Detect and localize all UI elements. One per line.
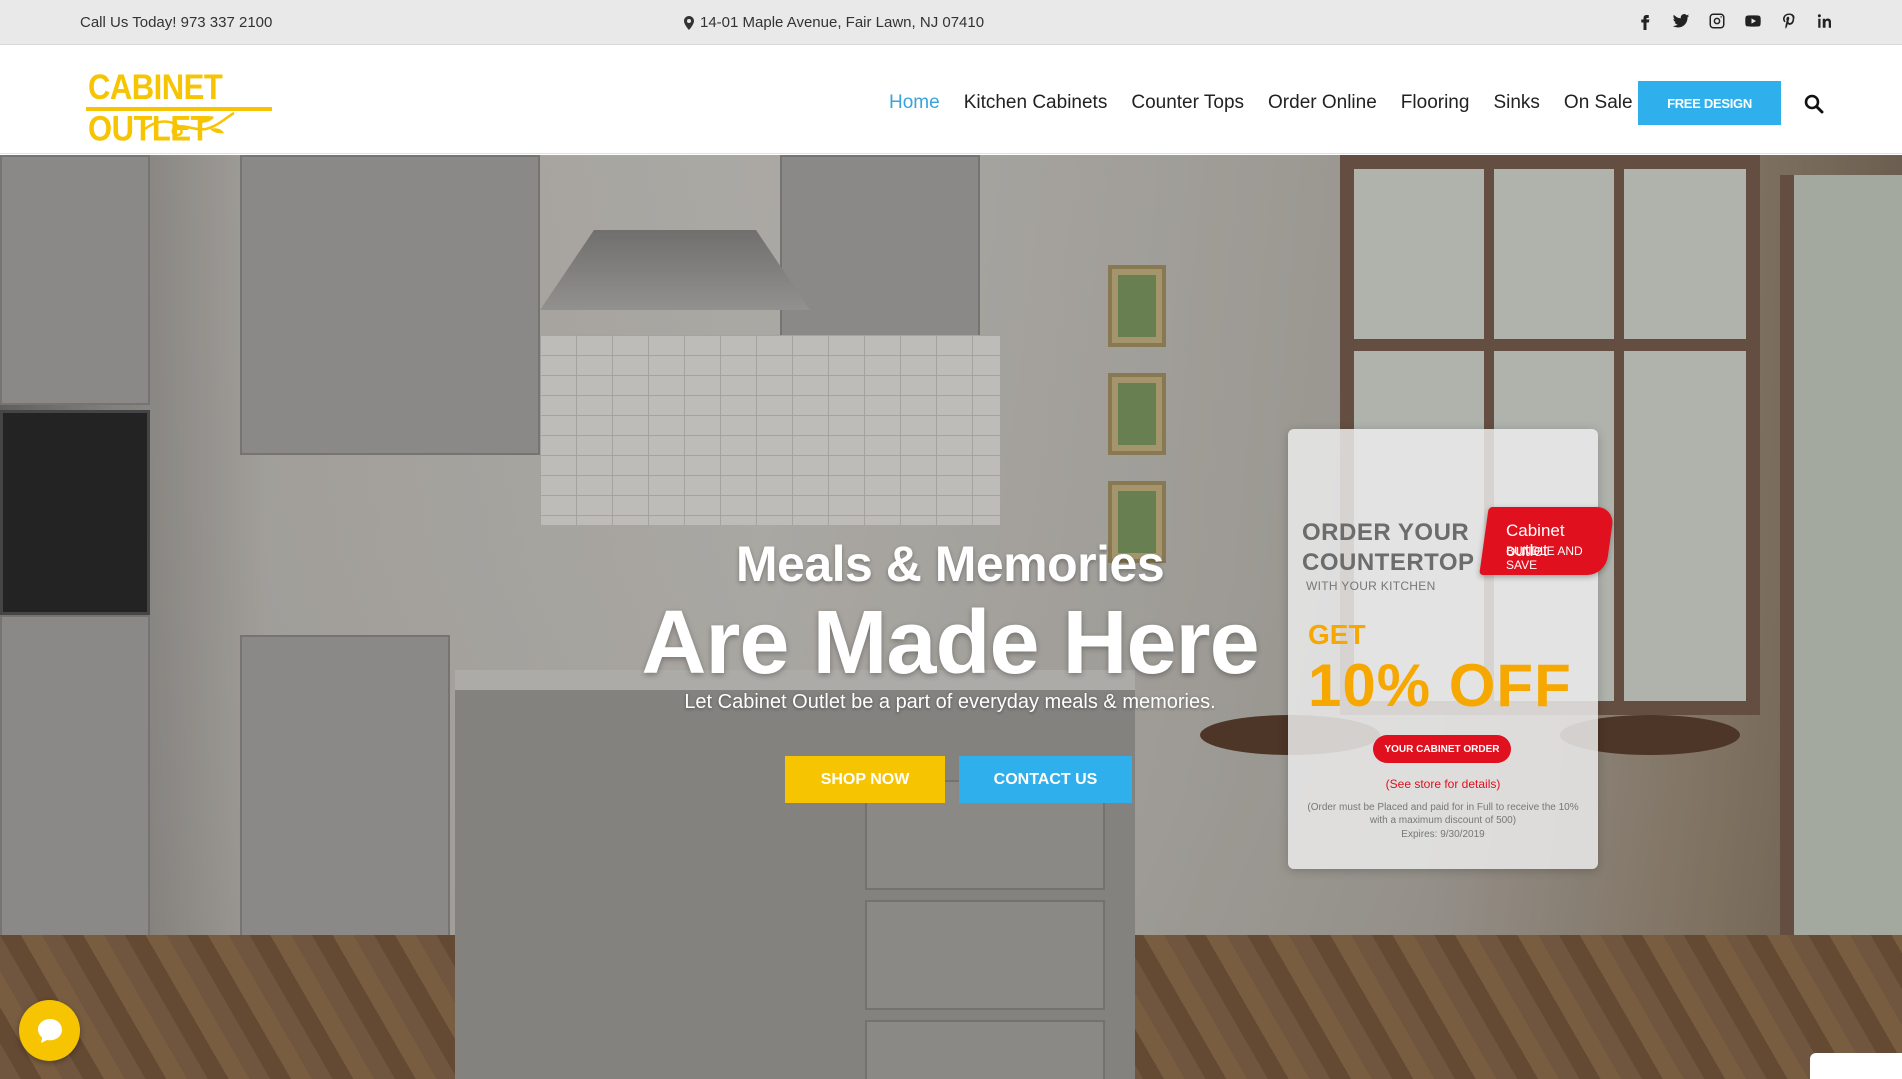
hero-text-block: Meals & Memories Are Made Here Let Cabin… bbox=[580, 535, 1320, 714]
chat-bubble-icon bbox=[37, 1018, 62, 1043]
corner-widget[interactable] bbox=[1810, 1053, 1902, 1079]
nav-order-online[interactable]: Order Online bbox=[1268, 92, 1377, 114]
nav-on-sale[interactable]: On Sale bbox=[1564, 92, 1633, 114]
logo-flourish-icon bbox=[144, 111, 235, 137]
shop-now-button[interactable]: SHOP NOW bbox=[785, 756, 945, 803]
promo-line3: WITH YOUR KITCHEN bbox=[1306, 579, 1436, 593]
search-icon[interactable] bbox=[1804, 94, 1824, 114]
contact-us-button[interactable]: CONTACT US bbox=[959, 756, 1132, 803]
promo-cabinet-order-badge: YOUR CABINET ORDER bbox=[1373, 735, 1511, 763]
youtube-icon[interactable] bbox=[1744, 12, 1762, 30]
promo-line2: COUNTERTOP bbox=[1302, 549, 1475, 576]
promo-card[interactable]: ORDER YOUR COUNTERTOP WITH YOUR KITCHEN … bbox=[1288, 429, 1615, 869]
promo-discount: 10% OFF bbox=[1308, 652, 1572, 719]
promo-line1: ORDER YOUR bbox=[1302, 519, 1470, 546]
hero-section: Meals & Memories Are Made Here Let Cabin… bbox=[0, 155, 1902, 1079]
promo-fine-print: (Order must be Placed and paid for in Fu… bbox=[1307, 802, 1579, 826]
phone-number[interactable]: Call Us Today! 973 337 2100 bbox=[80, 14, 272, 31]
promo-see-store: (See store for details) bbox=[1385, 777, 1501, 791]
nav-counter-tops[interactable]: Counter Tops bbox=[1131, 92, 1244, 114]
facebook-icon[interactable] bbox=[1636, 12, 1654, 30]
top-bar: Call Us Today! 973 337 2100 14-01 Maple … bbox=[0, 0, 1902, 45]
nav-home[interactable]: Home bbox=[889, 92, 940, 114]
pinterest-icon[interactable] bbox=[1780, 12, 1798, 30]
instagram-icon[interactable] bbox=[1708, 12, 1726, 30]
social-links bbox=[1636, 12, 1834, 30]
cabinet-outlet-logo[interactable]: CABINET OUTLET bbox=[86, 65, 276, 149]
chat-button[interactable] bbox=[19, 1000, 80, 1061]
promo-expiry: Expires: 9/30/2019 bbox=[1401, 829, 1485, 840]
free-design-button[interactable]: FREE DESIGN bbox=[1638, 81, 1781, 125]
site-header: CABINET OUTLET Home Kitchen Cabinets Cou… bbox=[0, 45, 1902, 154]
nav-kitchen-cabinets[interactable]: Kitchen Cabinets bbox=[964, 92, 1108, 114]
map-pin-icon bbox=[684, 15, 694, 30]
nav-flooring[interactable]: Flooring bbox=[1401, 92, 1470, 114]
hero-description: Let Cabinet Outlet be a part of everyday… bbox=[684, 691, 1216, 713]
hero-title: Are Made Here bbox=[641, 593, 1259, 693]
main-nav: Home Kitchen Cabinets Counter Tops Order… bbox=[889, 92, 1633, 114]
promo-ribbon-subtitle: BUNDLE AND SAVE bbox=[1506, 544, 1583, 572]
address-text: 14-01 Maple Avenue, Fair Lawn, NJ 07410 bbox=[700, 14, 985, 31]
promo-get: GET bbox=[1308, 619, 1366, 650]
hero-subtitle: Meals & Memories bbox=[735, 536, 1165, 592]
address: 14-01 Maple Avenue, Fair Lawn, NJ 07410 bbox=[684, 14, 984, 31]
twitter-icon[interactable] bbox=[1672, 12, 1690, 30]
nav-sinks[interactable]: Sinks bbox=[1493, 92, 1539, 114]
linkedin-icon[interactable] bbox=[1816, 12, 1834, 30]
